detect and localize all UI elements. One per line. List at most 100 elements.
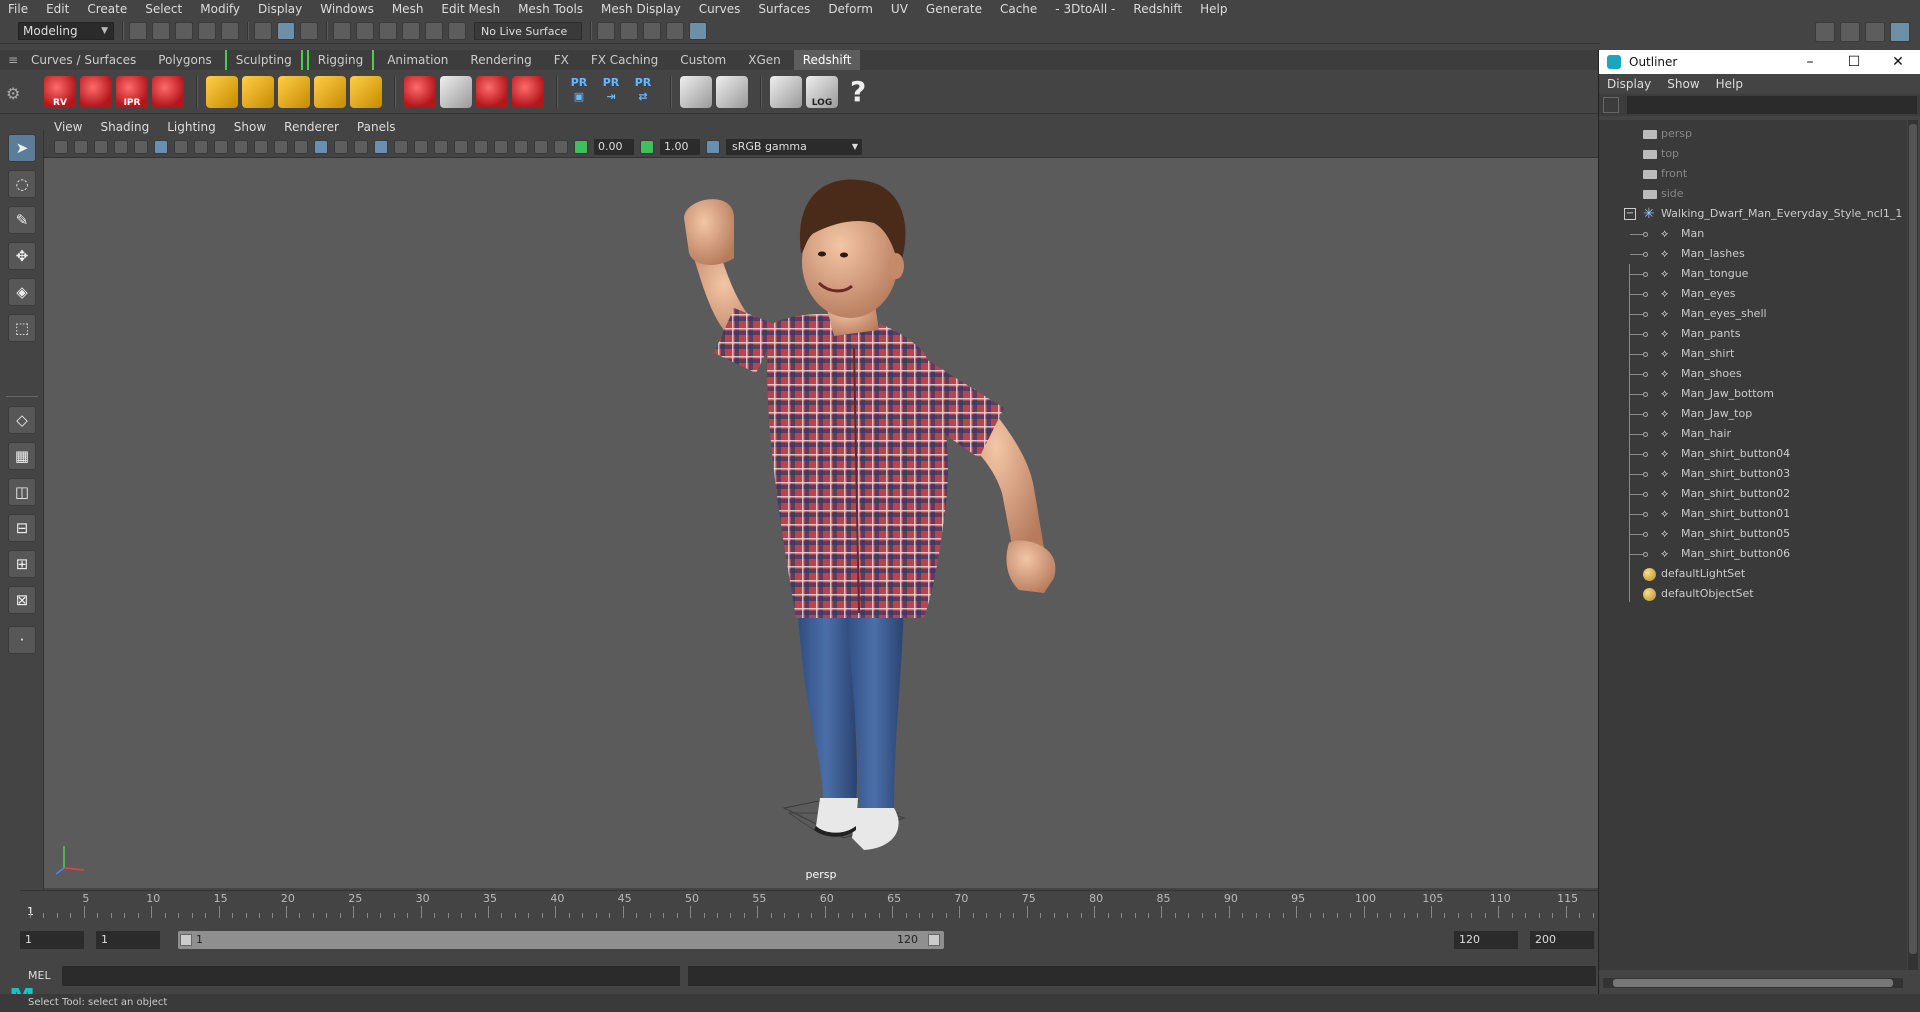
exposure-icon[interactable] bbox=[574, 139, 588, 154]
script-icon[interactable] bbox=[770, 75, 802, 108]
menu-item[interactable]: Select bbox=[145, 2, 182, 16]
outliner-vertical-scrollbar[interactable] bbox=[1908, 120, 1918, 970]
command-input[interactable] bbox=[62, 966, 680, 986]
visibility-dot-icon[interactable] bbox=[1643, 392, 1648, 397]
ipr-icon[interactable]: IPR bbox=[116, 75, 148, 108]
ipr-render-icon[interactable] bbox=[643, 21, 661, 40]
outliner-item-mesh[interactable]: ⟡ Man_lashes bbox=[1599, 244, 1907, 264]
pencil-icon[interactable] bbox=[134, 139, 148, 154]
exposure-field[interactable]: 0.00 bbox=[594, 138, 634, 155]
visibility-dot-icon[interactable] bbox=[1643, 412, 1648, 417]
menu-item[interactable]: Redshift bbox=[1133, 2, 1182, 16]
shelf-tab[interactable]: XGen bbox=[739, 50, 790, 70]
viewport-menu-item[interactable]: Shading bbox=[100, 120, 149, 134]
snap-grid-icon[interactable] bbox=[333, 21, 351, 40]
default-lighting-icon[interactable] bbox=[334, 139, 348, 154]
live-surface-field[interactable]: No Live Surface bbox=[474, 21, 582, 40]
playback-end-field[interactable]: 120 bbox=[1454, 931, 1518, 949]
outliner-item-mesh[interactable]: ⟡ Man_shirt_button01 bbox=[1599, 504, 1907, 524]
new-scene-icon[interactable] bbox=[129, 21, 147, 40]
proxy-export-icon[interactable] bbox=[404, 75, 436, 108]
isolate-select-icon[interactable] bbox=[494, 139, 508, 154]
film-gate-icon[interactable] bbox=[174, 139, 188, 154]
snap-curve-icon[interactable] bbox=[356, 21, 374, 40]
four-pane-icon[interactable]: ▦ bbox=[8, 442, 36, 470]
outliner-item-mesh[interactable]: ⟡ Man_shoes bbox=[1599, 364, 1907, 384]
visibility-dot-icon[interactable] bbox=[1643, 452, 1648, 457]
gamma-icon[interactable] bbox=[640, 139, 654, 154]
undo-icon[interactable] bbox=[198, 21, 216, 40]
outliner-item-mesh[interactable]: ⟡ Man_shirt bbox=[1599, 344, 1907, 364]
physical-light-icon[interactable] bbox=[278, 75, 310, 108]
scroll-thumb[interactable] bbox=[1909, 124, 1917, 954]
outliner-menu-item[interactable]: Help bbox=[1716, 77, 1743, 91]
outliner-horizontal-scrollbar[interactable] bbox=[1603, 978, 1903, 988]
snap-point-icon[interactable] bbox=[379, 21, 397, 40]
save-scene-icon[interactable] bbox=[175, 21, 193, 40]
outliner-item-mesh[interactable]: ⟡ Man_shirt_button02 bbox=[1599, 484, 1907, 504]
xray-components-icon[interactable] bbox=[554, 139, 568, 154]
outliner-search-input[interactable] bbox=[1627, 96, 1917, 114]
gear-icon[interactable]: ⚙ bbox=[6, 84, 20, 103]
visibility-dot-icon[interactable] bbox=[1643, 232, 1648, 237]
stacked-pane-icon[interactable]: ⊟ bbox=[8, 514, 36, 542]
range-handle-left[interactable] bbox=[180, 934, 192, 946]
ambient-occlusion-icon[interactable] bbox=[414, 139, 428, 154]
safe-title-icon[interactable] bbox=[274, 139, 288, 154]
menu-set-select[interactable]: Modeling ▼ bbox=[18, 21, 114, 40]
menu-item[interactable]: File bbox=[8, 2, 28, 16]
shelf-tab[interactable]: Rigging bbox=[306, 50, 375, 70]
menu-item[interactable]: Windows bbox=[320, 2, 374, 16]
outliner-menu-item[interactable]: Show bbox=[1667, 77, 1699, 91]
script-language-toggle[interactable]: MEL bbox=[28, 969, 51, 982]
xray-joints-icon[interactable] bbox=[534, 139, 548, 154]
bake-options-icon[interactable] bbox=[716, 75, 748, 108]
depth-of-field-icon[interactable] bbox=[474, 139, 488, 154]
select-object-icon[interactable] bbox=[277, 21, 295, 40]
maximize-icon[interactable]: ☐ bbox=[1832, 54, 1876, 70]
outliner-item-mesh[interactable]: ⟡ Man_tongue bbox=[1599, 264, 1907, 284]
outliner-item-set[interactable]: defaultObjectSet bbox=[1599, 584, 1907, 604]
shelf-menu-icon[interactable]: ≡ bbox=[4, 52, 22, 68]
view-transform-select[interactable]: sRGB gamma ▼ bbox=[726, 138, 862, 155]
collapse-icon[interactable]: − bbox=[1624, 208, 1636, 220]
textured-icon[interactable] bbox=[354, 139, 368, 154]
shelf-tab[interactable]: Sculpting bbox=[224, 50, 303, 70]
safe-action-icon[interactable] bbox=[254, 139, 268, 154]
outliner-item-mesh[interactable]: ⟡ Man_pants bbox=[1599, 324, 1907, 344]
anti-aliasing-icon[interactable] bbox=[454, 139, 468, 154]
minimize-icon[interactable]: – bbox=[1788, 54, 1832, 70]
shelf-tab[interactable]: Custom bbox=[671, 50, 735, 70]
resolution-gate-icon[interactable] bbox=[194, 139, 208, 154]
viewport-menu-item[interactable]: Lighting bbox=[167, 120, 216, 134]
select-camera-icon[interactable] bbox=[54, 139, 68, 154]
graph-persp-icon[interactable]: ⊠ bbox=[8, 586, 36, 614]
select-tool-icon[interactable]: ➤ bbox=[8, 134, 36, 162]
move-tool-icon[interactable]: ✥ bbox=[8, 242, 36, 270]
select-hierarchy-icon[interactable] bbox=[254, 21, 272, 40]
menu-item[interactable]: Surfaces bbox=[758, 2, 810, 16]
log-icon[interactable]: LOG bbox=[806, 75, 838, 108]
render-frame-icon[interactable] bbox=[620, 21, 638, 40]
outliner-persp-icon[interactable]: ⊞ bbox=[8, 550, 36, 578]
sun-sky-icon[interactable] bbox=[350, 75, 382, 108]
close-icon[interactable]: ✕ bbox=[1876, 54, 1920, 70]
outliner-menu-item[interactable]: Display bbox=[1607, 77, 1651, 91]
time-slider[interactable]: 1 5 10 15 20 25 30 35 40 45 50 55 60 65 70 75 80 85 90 95 1… bbox=[20, 890, 1598, 920]
shelf-tab[interactable]: Polygons bbox=[149, 50, 220, 70]
use-all-lights-icon[interactable] bbox=[374, 139, 388, 154]
grid-icon[interactable] bbox=[154, 139, 168, 154]
lasso-tool-icon[interactable]: ◌ bbox=[8, 170, 36, 198]
outliner-item-mesh[interactable]: ⟡ Man_shirt_button06 bbox=[1599, 544, 1907, 564]
outliner-item-camera[interactable]: side bbox=[1599, 184, 1907, 204]
outliner-item-camera[interactable]: persp bbox=[1599, 124, 1907, 144]
viewport-menu-item[interactable]: Panels bbox=[357, 120, 396, 134]
visibility-dot-icon[interactable] bbox=[1643, 332, 1648, 337]
menu-item[interactable]: Generate bbox=[926, 2, 982, 16]
viewport-menu-item[interactable]: View bbox=[54, 120, 82, 134]
bake-icon[interactable] bbox=[680, 75, 712, 108]
visibility-dot-icon[interactable] bbox=[1643, 312, 1648, 317]
side-by-side-icon[interactable]: ◫ bbox=[8, 478, 36, 506]
portal-light-icon[interactable] bbox=[242, 75, 274, 108]
range-bar[interactable]: 1 120 bbox=[178, 931, 944, 949]
